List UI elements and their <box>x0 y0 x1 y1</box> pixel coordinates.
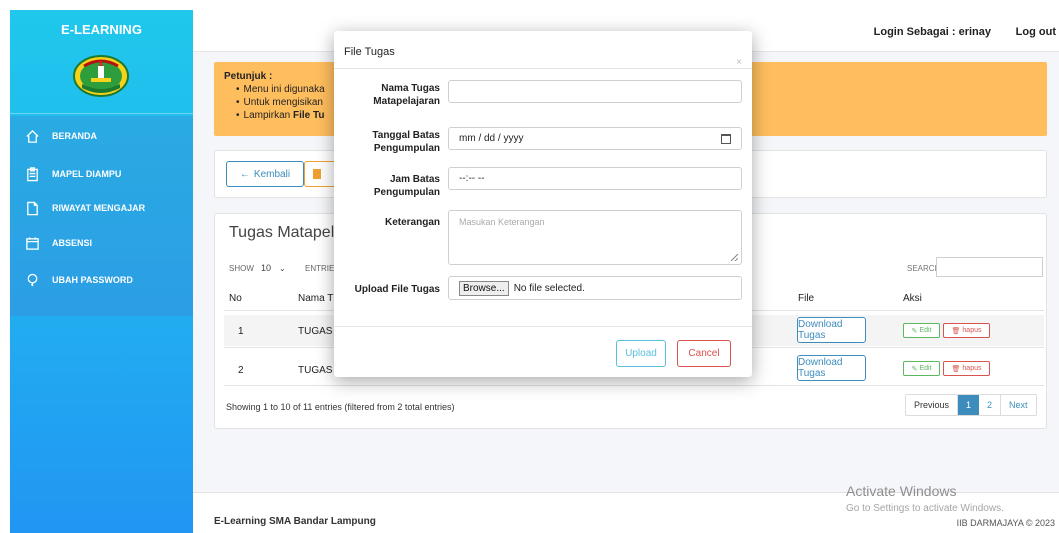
date-value: mm / dd / yyyy <box>459 133 524 144</box>
upload-button[interactable]: Upload <box>616 340 666 367</box>
file-status: No file selected. <box>513 282 585 294</box>
file-tugas-modal: File Tugas × Nama Tugas Matapelajaran Ta… <box>334 31 752 377</box>
nama-tugas-label: Nama Tugas Matapelajaran <box>373 83 440 107</box>
browse-button[interactable]: Browse... <box>459 280 509 296</box>
nama-tugas-input[interactable] <box>448 80 742 103</box>
jam-batas-label: Jam Batas Pengumpulan <box>373 174 440 198</box>
upload-file-input[interactable]: Browse... No file selected. <box>448 276 742 300</box>
tanggal-batas-input[interactable]: mm / dd / yyyy <box>448 127 742 150</box>
tanggal-batas-label: Tanggal Batas Pengumpulan <box>372 130 440 154</box>
calendar-icon[interactable] <box>721 134 731 144</box>
upload-file-label: Upload File Tugas <box>354 284 440 295</box>
keterangan-placeholder: Masukan Keterangan <box>459 217 545 227</box>
keterangan-textarea[interactable]: Masukan Keterangan <box>448 210 742 265</box>
modal-title: File Tugas <box>344 46 395 58</box>
close-icon[interactable]: × <box>736 57 742 68</box>
modal-header-divider <box>334 68 752 69</box>
modal-footer-divider <box>334 326 752 327</box>
resize-handle-icon[interactable] <box>731 254 738 261</box>
keterangan-label: Keterangan <box>384 217 440 228</box>
jam-batas-input[interactable]: --:-- -- <box>448 167 742 190</box>
cancel-button[interactable]: Cancel <box>677 340 731 367</box>
